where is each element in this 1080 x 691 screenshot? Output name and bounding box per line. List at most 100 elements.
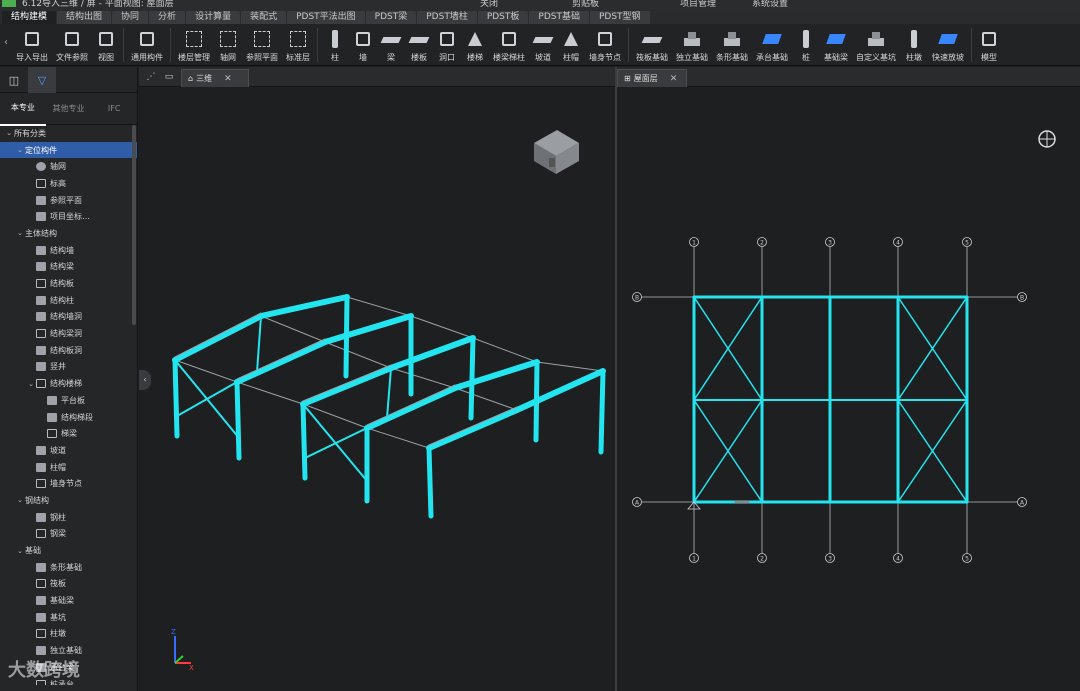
tab-other-disciplines[interactable]: 其他专业	[46, 93, 92, 125]
close-menu[interactable]: 关闭	[480, 0, 498, 9]
filter-icon[interactable]: ▽	[28, 67, 56, 93]
tree-expand-icon[interactable]: ⌄	[15, 547, 25, 555]
tree-item[interactable]: 梯梁	[0, 425, 137, 442]
ribbon-tab[interactable]: 结构建模	[2, 11, 57, 24]
tree-item[interactable]: 平台板	[0, 392, 137, 409]
tree-item[interactable]: ⌄ 基础	[0, 542, 137, 559]
ribbon-tab[interactable]: PDST梁	[365, 11, 417, 24]
tool-button[interactable]: 通用构件	[127, 24, 167, 65]
toolbar-separator	[170, 28, 171, 62]
tool-button[interactable]: 轴网	[214, 24, 242, 65]
tree-item[interactable]: 结构梯段	[0, 409, 137, 426]
tree-item[interactable]: 结构梁洞	[0, 325, 137, 342]
ribbon-tab[interactable]: 结构出图	[57, 11, 112, 24]
tree-item[interactable]: 项目坐标…	[0, 208, 137, 225]
tree-item[interactable]: 钢柱	[0, 509, 137, 526]
ribbon-tab[interactable]: PDST板	[477, 11, 529, 24]
tree-item[interactable]: 柱帽	[0, 459, 137, 476]
ribbon-tab[interactable]: 装配式	[241, 11, 287, 24]
ribbon-tab[interactable]: 协同	[112, 11, 149, 24]
tool-button[interactable]: 楼层管理	[174, 24, 214, 65]
toolbar-scroll-left-icon[interactable]: ‹	[0, 24, 12, 65]
tab-this-discipline[interactable]: 本专业	[0, 92, 46, 126]
tree-expand-icon[interactable]: ⌄	[26, 380, 36, 388]
panel-toggle-icon[interactable]: ◫	[0, 67, 28, 93]
viewport-plan[interactable]: 1 1 2 2 3 3 4 4 5 5 B B A A	[617, 88, 1080, 691]
tool-button[interactable]: 筏板基础	[632, 24, 672, 65]
tool-button[interactable]: 桩	[792, 24, 820, 65]
tool-button[interactable]: 视图	[92, 24, 120, 65]
compass-icon[interactable]	[1038, 130, 1056, 148]
tree-item[interactable]: 参照平面	[0, 192, 137, 209]
view-cube-icon[interactable]	[534, 130, 579, 174]
tool-button[interactable]: 参照平面	[242, 24, 282, 65]
tree-item[interactable]: ⌄ 主体结构	[0, 225, 137, 242]
tree-item[interactable]: 结构板洞	[0, 342, 137, 359]
tree-item[interactable]: 基础梁	[0, 592, 137, 609]
tree-scrollbar[interactable]	[132, 125, 136, 325]
tree-item[interactable]: 结构柱	[0, 292, 137, 309]
tool-button[interactable]: 独立基础	[672, 24, 712, 65]
tool-button[interactable]: 楼梯	[461, 24, 489, 65]
ribbon-tab[interactable]: PDST平法出图	[287, 11, 365, 24]
tree-expand-icon[interactable]: ⌄	[15, 229, 25, 237]
tool-button[interactable]: 柱墩	[900, 24, 928, 65]
tool-button[interactable]: 模型	[975, 24, 1003, 65]
tool-button[interactable]: 导入导出	[12, 24, 52, 65]
ribbon-tab[interactable]: 设计算量	[186, 11, 241, 24]
tab-3d-view[interactable]: ⌂ 三维 ✕	[181, 69, 249, 87]
close-tab-icon[interactable]: ✕	[224, 74, 232, 84]
project-management-menu[interactable]: 项目管理	[680, 0, 716, 9]
viewport-window-icon[interactable]: ▭	[163, 71, 175, 83]
collapse-panel-button[interactable]: ‹	[139, 370, 151, 390]
tool-button[interactable]: 楼梁梯柱	[489, 24, 529, 65]
system-settings-menu[interactable]: 系统设置	[752, 0, 788, 9]
tree-expand-icon[interactable]: ⌄	[15, 146, 25, 154]
tab-ifc[interactable]: IFC	[91, 93, 137, 125]
tree-item[interactable]: 墙身节点	[0, 475, 137, 492]
tool-button[interactable]: 梁	[377, 24, 405, 65]
tree-item[interactable]: ⌄ 所有分类	[0, 125, 137, 142]
tree-item[interactable]: 基坑	[0, 609, 137, 626]
tool-button[interactable]: 墙身节点	[585, 24, 625, 65]
viewport-3d[interactable]: Z X	[139, 88, 615, 691]
ribbon-tab[interactable]: PDST基础	[529, 11, 589, 24]
tree-item[interactable]: 结构梁	[0, 259, 137, 276]
tree-item[interactable]: 筏板	[0, 576, 137, 593]
tree-item[interactable]: 钢梁	[0, 526, 137, 543]
tool-button[interactable]: 自定义基坑	[852, 24, 900, 65]
tool-button[interactable]: 坡道	[529, 24, 557, 65]
ribbon-tab[interactable]: 分析	[149, 11, 186, 24]
close-tab-icon[interactable]: ✕	[670, 74, 678, 84]
tool-button[interactable]: 柱	[321, 24, 349, 65]
tree-item[interactable]: ⌄ 钢结构	[0, 492, 137, 509]
tool-button[interactable]: 承台基础	[752, 24, 792, 65]
tool-button[interactable]: 墙	[349, 24, 377, 65]
tool-button[interactable]: 柱帽	[557, 24, 585, 65]
tool-button[interactable]: 快速放坡	[928, 24, 968, 65]
tab-roof-plan[interactable]: ⊞ 屋面层 ✕	[617, 69, 687, 87]
tree-expand-icon[interactable]: ⌄	[4, 129, 14, 137]
tool-button[interactable]: 条形基础	[712, 24, 752, 65]
tool-button[interactable]: 洞口	[433, 24, 461, 65]
tree-item[interactable]: 条形基础	[0, 559, 137, 576]
tool-button[interactable]: 基础梁	[820, 24, 852, 65]
tree-item[interactable]: ⌄ 定位构件	[0, 141, 137, 159]
tree-item[interactable]: 结构板	[0, 275, 137, 292]
viewport-options-icon[interactable]: ⋰	[145, 71, 157, 83]
tree-item[interactable]: 竖井	[0, 359, 137, 376]
tree-item[interactable]: 结构墙	[0, 242, 137, 259]
tool-button[interactable]: 标准层	[282, 24, 314, 65]
tree-item[interactable]: 柱墩	[0, 626, 137, 643]
ribbon-tab[interactable]: PDST墙柱	[417, 11, 477, 24]
ribbon-tab[interactable]: PDST型钢	[589, 11, 650, 24]
tree-item[interactable]: 标高	[0, 175, 137, 192]
tree-item[interactable]: 坡道	[0, 442, 137, 459]
tree-item[interactable]: 轴网	[0, 158, 137, 175]
tool-button[interactable]: 文件参照	[52, 24, 92, 65]
tool-button[interactable]: 楼板	[405, 24, 433, 65]
tree-expand-icon[interactable]: ⌄	[15, 496, 25, 504]
clipboard-menu[interactable]: 剪贴板	[572, 0, 599, 9]
tree-item[interactable]: 结构墙洞	[0, 309, 137, 326]
tree-item[interactable]: ⌄ 结构楼梯	[0, 375, 137, 392]
